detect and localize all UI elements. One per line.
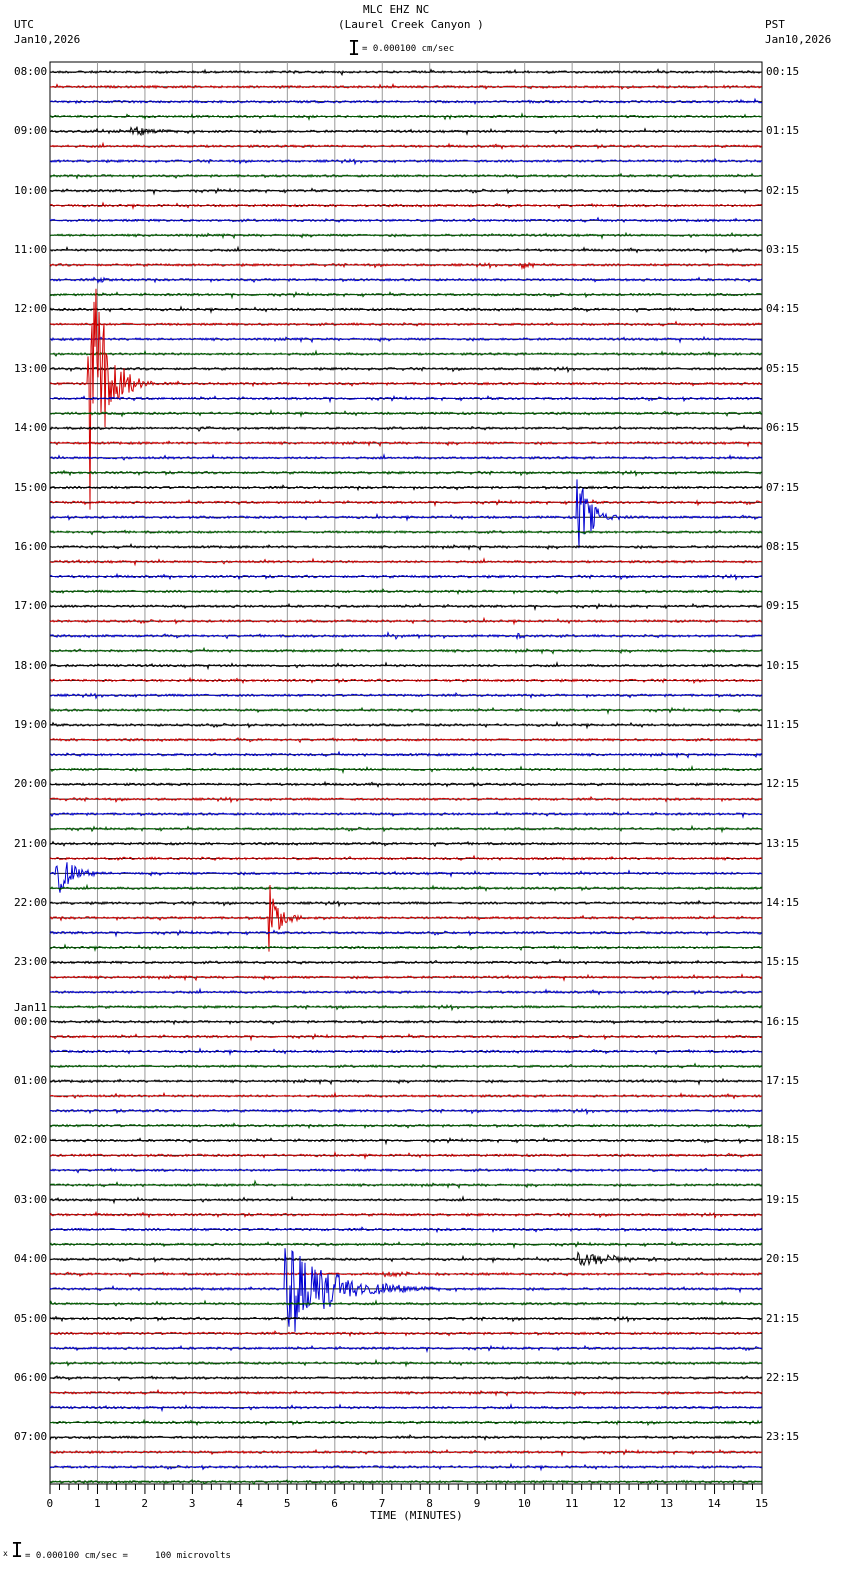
seismic-trace [49, 172, 762, 180]
x-tick-label: 3 [188, 1497, 196, 1510]
x-tick-label: 13 [660, 1497, 674, 1510]
x-tick-label: 11 [565, 1497, 579, 1510]
seismic-trace [49, 616, 763, 626]
x-tick-label: 4 [236, 1497, 243, 1510]
seismic-trace [49, 424, 763, 433]
seismic-trace [49, 840, 763, 848]
seismic-trace [49, 83, 763, 90]
footer-scale-bar-icon: I [11, 1538, 24, 1562]
seismic-trace [49, 1179, 763, 1190]
seismic-trace [49, 498, 763, 508]
seismic-trace [49, 216, 763, 223]
seismic-trace [49, 261, 763, 271]
seismic-trace [49, 780, 763, 788]
seismic-trace [49, 112, 763, 122]
x-tick-label: 12 [612, 1497, 626, 1510]
seismic-trace [49, 1344, 763, 1354]
seismic-trace [49, 1462, 763, 1472]
seismic-trace [49, 291, 763, 300]
seismic-trace [49, 929, 763, 938]
x-tick-label: 1 [93, 1497, 101, 1510]
seismic-trace [49, 1195, 763, 1205]
seismic-trace [49, 1167, 763, 1174]
seismic-trace [49, 1270, 763, 1278]
seismic-trace [49, 440, 763, 448]
seismic-trace [49, 1375, 763, 1382]
seismic-trace [49, 973, 763, 982]
plot-frame [49, 61, 763, 1485]
x-tick-label: 15 [755, 1497, 769, 1510]
seismic-trace [49, 484, 763, 492]
seismic-trace [49, 1018, 763, 1026]
seismic-trace [49, 201, 763, 211]
footer-scale-label: = 0.000100 cm/sec = 100 microvolts [25, 1551, 231, 1561]
helicorder-plot [49, 61, 763, 1494]
x-tick-label: 14 [707, 1497, 721, 1510]
seismic-trace [49, 479, 763, 549]
x-tick-label: 9 [473, 1497, 481, 1510]
x-axis-label: TIME (MINUTES) [370, 1509, 463, 1522]
seismic-trace [49, 557, 763, 567]
seismic-trace [49, 1226, 763, 1234]
seismic-trace [49, 750, 763, 759]
seismic-trace [49, 1433, 763, 1442]
seismic-trace [49, 1033, 763, 1042]
x-tick-label: 2 [141, 1497, 149, 1510]
seismic-trace [49, 1107, 763, 1116]
seismic-trace [49, 409, 763, 418]
seismic-trace [49, 126, 763, 137]
seismic-trace [49, 1448, 763, 1457]
seismic-trace [49, 365, 763, 374]
seismic-trace [49, 320, 763, 327]
x-tick-label: 0 [46, 1497, 54, 1510]
seismic-trace [50, 68, 762, 77]
x-tick-label: 6 [331, 1497, 338, 1510]
seismic-trace [49, 588, 763, 596]
seismic-trace [49, 1003, 763, 1012]
seismic-trace [49, 1210, 763, 1220]
x-tick-label: 5 [283, 1497, 291, 1510]
footer-mark: x [3, 1549, 8, 1558]
x-tick-label: 10 [517, 1497, 531, 1510]
seismic-trace [49, 1418, 763, 1427]
